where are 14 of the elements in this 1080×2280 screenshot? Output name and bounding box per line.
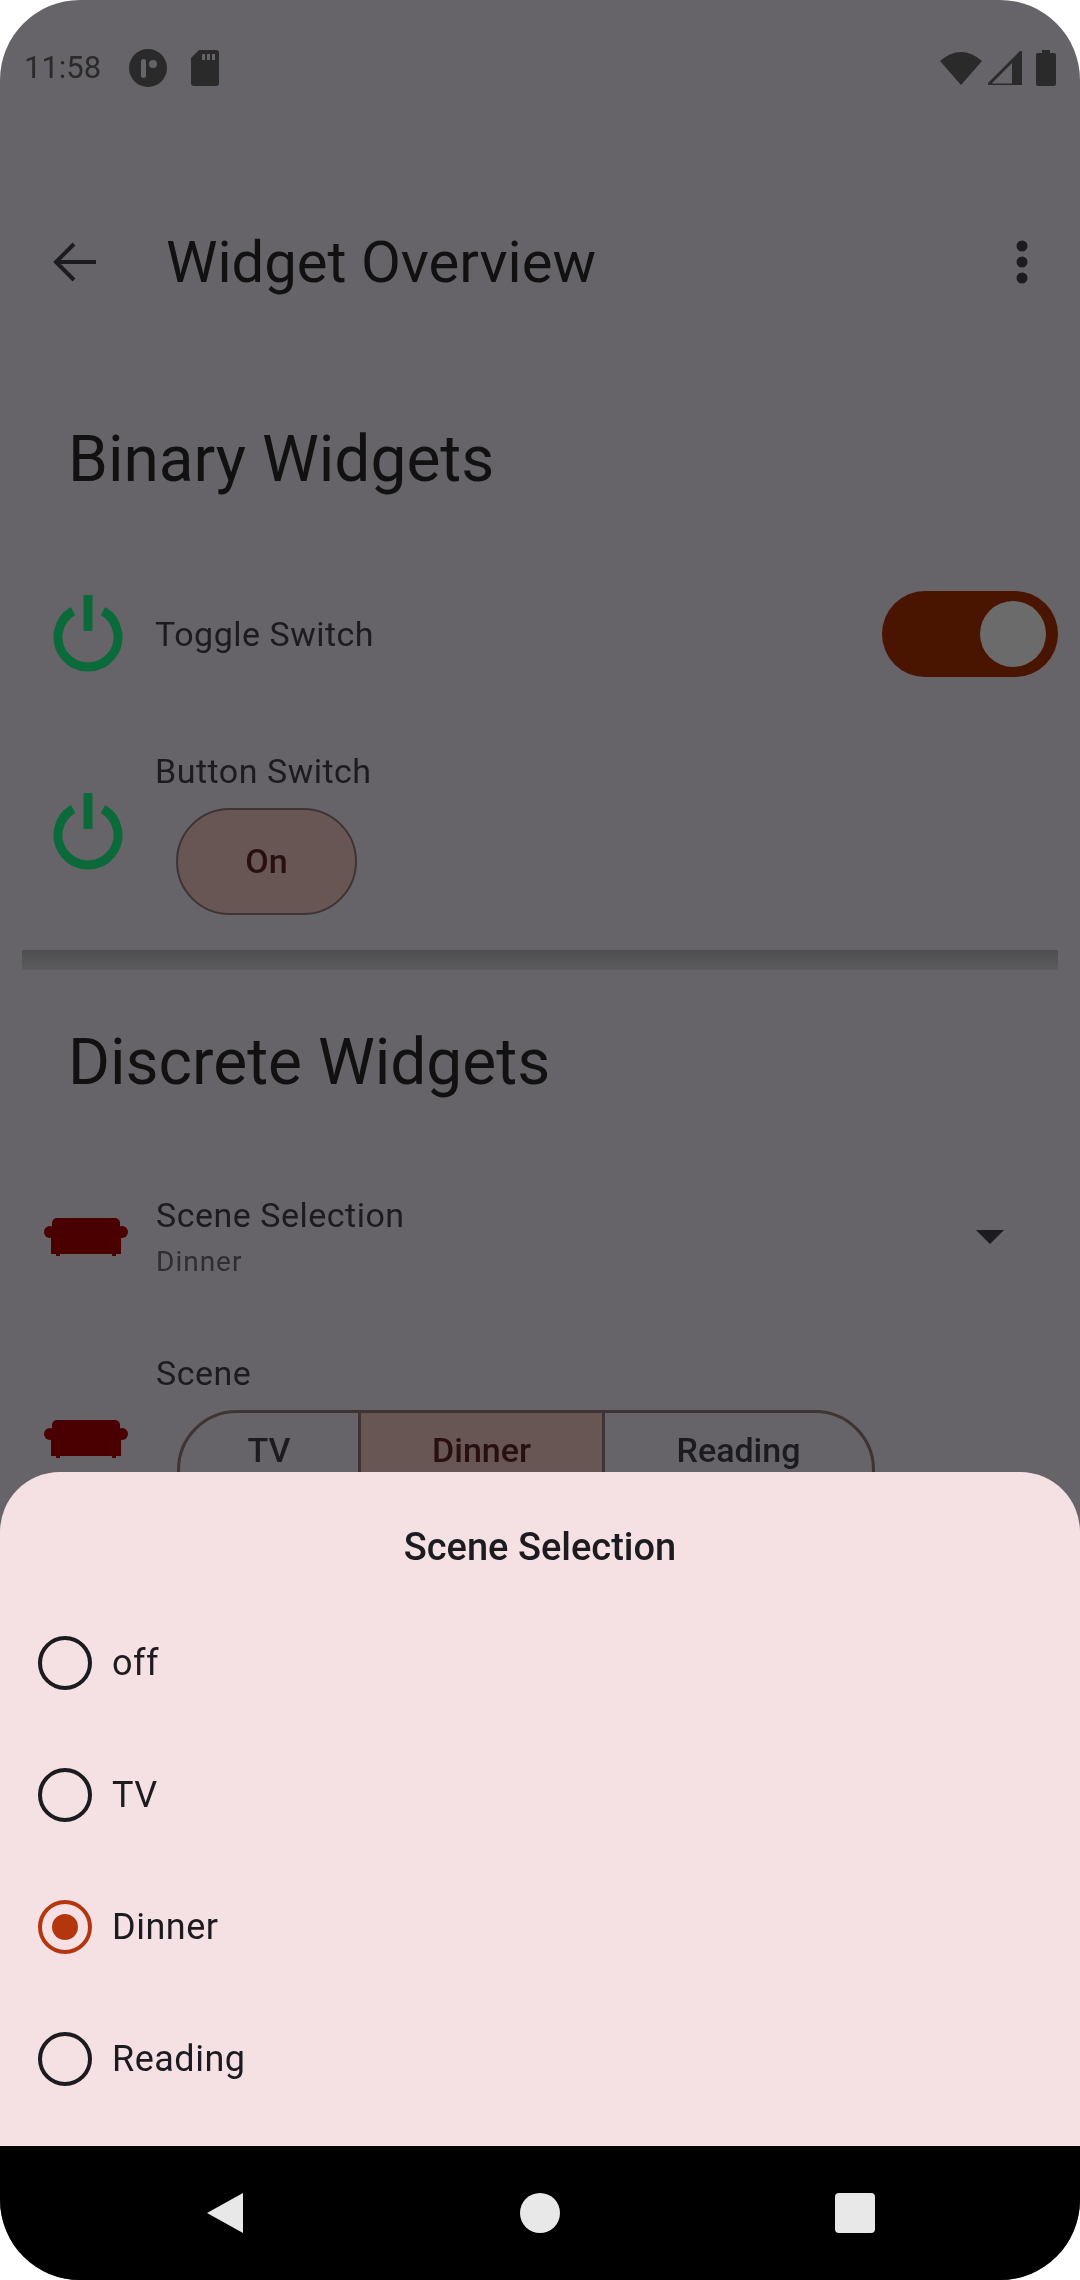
- app-bar-title: Widget Overview: [166, 226, 597, 298]
- radio-option[interactable]: off: [0, 1597, 1080, 1729]
- segmented-label: Scene: [156, 1352, 252, 1395]
- section-header: Binary Widgets: [67, 421, 496, 499]
- sheet-title: Scene Selection: [402, 1524, 678, 1570]
- section-header: Discrete Widgets: [67, 1024, 552, 1102]
- clock: 11:58: [24, 47, 102, 88]
- dropdown-value: Dinner: [156, 1244, 244, 1280]
- radio-option[interactable]: Dinner: [0, 1861, 1080, 1993]
- radio-option[interactable]: Reading: [0, 1993, 1080, 2125]
- toggle-label: Toggle Switch: [155, 612, 375, 656]
- radio-option[interactable]: TV: [0, 1729, 1080, 1861]
- button-switch-label: Button Switch: [155, 750, 372, 793]
- dropdown-label: Scene Selection: [156, 1194, 405, 1237]
